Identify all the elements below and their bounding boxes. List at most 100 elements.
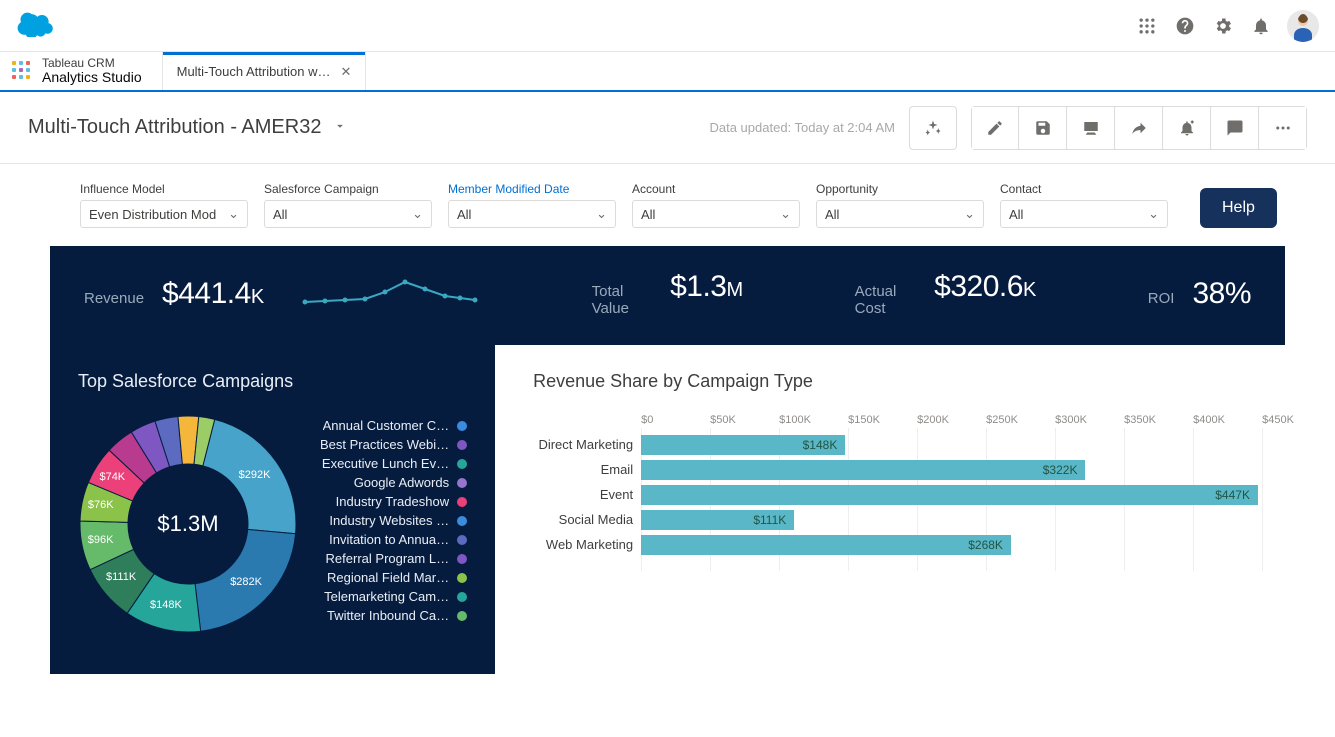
legend-item[interactable]: Telemarketing Cam… (320, 589, 467, 604)
chevron-down-icon: ⌄ (412, 206, 423, 222)
kpi-label: Actual Cost (855, 283, 917, 317)
filter-label: Member Modified Date (448, 182, 616, 196)
donut-center-value: $1.3M (78, 414, 298, 634)
settings-gear-icon[interactable] (1211, 14, 1235, 38)
filter-select-member-modified-date[interactable]: All⌄ (448, 200, 616, 228)
panel-top-campaigns: Top Salesforce Campaigns $1.3M $292K$282… (50, 345, 495, 674)
legend-swatch (457, 516, 467, 526)
kpi-value: $1.3M (670, 270, 743, 304)
legend-item[interactable]: Twitter Inbound Ca… (320, 608, 467, 623)
filter-label: Opportunity (816, 182, 984, 196)
comments-button[interactable] (1211, 106, 1259, 150)
filter-bar: Influence Model Even Distribution Mod⌄ S… (50, 164, 1285, 246)
legend-label: Telemarketing Cam… (324, 589, 449, 604)
bar-row[interactable]: Social Media$111K (641, 507, 1331, 532)
bar-row[interactable]: Email$322K (641, 457, 1331, 482)
bar-row[interactable]: Event$447K (641, 482, 1331, 507)
subscribe-button[interactable] (1163, 106, 1211, 150)
page-title: Multi-Touch Attribution - AMER32 (28, 116, 321, 139)
bar-row[interactable]: Web Marketing$268K (641, 532, 1331, 557)
kpi-value: $441.4K (162, 277, 264, 311)
legend-label: Invitation to Annua… (329, 532, 449, 547)
donut-chart[interactable]: $1.3M $292K$282K$148K$111K$96K$76K$74K (78, 414, 298, 634)
app-launcher-icon[interactable] (1135, 14, 1159, 38)
legend-swatch (457, 611, 467, 621)
donut-slice-label: $292K (239, 469, 271, 481)
filter-label: Account (632, 182, 800, 196)
filter-select-salesforce-campaign[interactable]: All⌄ (264, 200, 432, 228)
salesforce-logo[interactable] (16, 9, 56, 42)
chevron-down-icon: ⌄ (780, 206, 791, 222)
bar: $322K (641, 460, 1085, 480)
chevron-down-icon: ⌄ (228, 206, 239, 222)
more-actions-button[interactable] (1259, 106, 1307, 150)
run-button[interactable] (909, 106, 957, 150)
bar: $148K (641, 435, 845, 455)
axis-tick: $0 (641, 414, 710, 426)
bar-chart[interactable]: $0$50K$100K$150K$200K$250K$300K$350K$400… (533, 414, 1331, 567)
axis-tick: $450K (1262, 414, 1331, 426)
filter-select-account[interactable]: All⌄ (632, 200, 800, 228)
legend-swatch (457, 535, 467, 545)
filter-select-opportunity[interactable]: All⌄ (816, 200, 984, 228)
filter-member-modified-date: Member Modified Date All⌄ (448, 182, 616, 228)
filter-label: Salesforce Campaign (264, 182, 432, 196)
donut-legend: Annual Customer C… Best Practices Webi… Ex… (320, 418, 467, 623)
workspace-tab[interactable]: Multi-Touch Attribution w… ✕ (162, 52, 367, 90)
app-home[interactable]: Tableau CRM Analytics Studio (0, 52, 162, 90)
bar-row-label: Social Media (533, 512, 633, 527)
donut-slice-label: $148K (150, 599, 182, 611)
present-button[interactable] (1067, 106, 1115, 150)
legend-item[interactable]: Annual Customer C… (320, 418, 467, 433)
donut-slice-label: $76K (88, 499, 114, 511)
filter-select-influence-model[interactable]: Even Distribution Mod⌄ (80, 200, 248, 228)
bar-axis: $0$50K$100K$150K$200K$250K$300K$350K$400… (641, 414, 1331, 426)
axis-tick: $350K (1124, 414, 1193, 426)
help-icon[interactable] (1173, 14, 1197, 38)
filter-select-contact[interactable]: All⌄ (1000, 200, 1168, 228)
legend-swatch (457, 478, 467, 488)
revenue-sparkline (300, 274, 480, 314)
filter-contact: Contact All⌄ (1000, 182, 1168, 228)
panel-title: Top Salesforce Campaigns (78, 371, 467, 392)
title-dropdown-icon[interactable] (333, 116, 347, 139)
legend-item[interactable]: Executive Lunch Ev… (320, 456, 467, 471)
close-tab-icon[interactable]: ✕ (341, 64, 352, 80)
legend-item[interactable]: Regional Field Mar… (320, 570, 467, 585)
legend-swatch (457, 497, 467, 507)
legend-label: Referral Program L… (326, 551, 450, 566)
kpi-total-value: Total Value $1.3M (592, 270, 743, 317)
bar: $111K (641, 510, 794, 530)
notifications-bell-icon[interactable] (1249, 14, 1273, 38)
legend-swatch (457, 440, 467, 450)
legend-swatch (457, 459, 467, 469)
legend-label: Executive Lunch Ev… (322, 456, 449, 471)
kpi-strip: Revenue $441.4K Total Value $1.3M Actual… (50, 246, 1285, 345)
edit-button[interactable] (971, 106, 1019, 150)
chevron-down-icon: ⌄ (964, 206, 975, 222)
share-button[interactable] (1115, 106, 1163, 150)
legend-item[interactable]: Referral Program L… (320, 551, 467, 566)
panel-title: Revenue Share by Campaign Type (533, 371, 1331, 392)
legend-item[interactable]: Industry Websites … (320, 513, 467, 528)
bar-row[interactable]: Direct Marketing$148K (641, 432, 1331, 457)
filter-label: Influence Model (80, 182, 248, 196)
help-button[interactable]: Help (1200, 188, 1277, 228)
user-avatar[interactable] (1287, 10, 1319, 42)
workspace-tab-label: Multi-Touch Attribution w… (177, 64, 331, 79)
legend-item[interactable]: Invitation to Annua… (320, 532, 467, 547)
app-name-line2: Analytics Studio (42, 69, 142, 86)
legend-label: Annual Customer C… (323, 418, 449, 433)
global-header (0, 0, 1335, 52)
legend-label: Twitter Inbound Ca… (327, 608, 449, 623)
bar-row-label: Direct Marketing (533, 437, 633, 452)
save-button[interactable] (1019, 106, 1067, 150)
legend-item[interactable]: Industry Tradeshow (320, 494, 467, 509)
legend-label: Best Practices Webi… (320, 437, 449, 452)
legend-item[interactable]: Google Adwords (320, 475, 467, 490)
kpi-label: Total Value (592, 283, 652, 317)
filter-label: Contact (1000, 182, 1168, 196)
legend-item[interactable]: Best Practices Webi… (320, 437, 467, 452)
legend-swatch (457, 592, 467, 602)
axis-tick: $150K (848, 414, 917, 426)
